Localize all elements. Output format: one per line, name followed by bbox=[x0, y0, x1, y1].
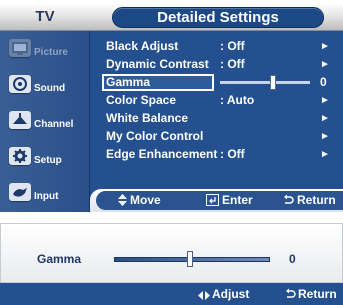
menu-item-value: : Off bbox=[220, 147, 245, 161]
menu-item-value: : Off bbox=[220, 39, 245, 53]
gamma-adjust-popup: Gamma 0 Adjust Return bbox=[0, 223, 343, 305]
settings-menu: Black Adjust : Off ► Dynamic Contrast : … bbox=[90, 31, 343, 189]
menu-item-black-adjust[interactable]: Black Adjust : Off ► bbox=[102, 38, 334, 55]
menu-item-label: My Color Control bbox=[106, 129, 204, 143]
enter-icon bbox=[206, 194, 219, 206]
channel-icon bbox=[9, 111, 31, 129]
menu-item-my-color-control[interactable]: My Color Control ► bbox=[102, 128, 334, 145]
left-right-arrows-icon bbox=[198, 291, 210, 300]
menu-item-edge-enhancement[interactable]: Edge Enhancement : Off ► bbox=[102, 146, 334, 163]
gamma-popup-body: Gamma 0 bbox=[0, 223, 343, 283]
footer-return-label: Return bbox=[297, 193, 336, 207]
menu-item-label: White Balance bbox=[106, 111, 189, 125]
gamma-mini-slider[interactable] bbox=[220, 81, 310, 84]
return-icon bbox=[286, 288, 296, 298]
footer-enter-label: Enter bbox=[222, 193, 253, 207]
sidebar-item-sound[interactable]: Sound bbox=[4, 69, 86, 101]
detailed-settings-osd: TV Detailed Settings Picture Sound Chann… bbox=[0, 3, 343, 212]
sidebar-item-setup[interactable]: Setup bbox=[4, 141, 86, 173]
sidebar-item-label: Setup bbox=[34, 155, 62, 166]
sidebar-item-label: Picture bbox=[34, 47, 68, 58]
move-arrows-icon bbox=[118, 194, 127, 206]
sidebar-item-channel[interactable]: Channel bbox=[4, 105, 86, 137]
menu-item-label: Gamma bbox=[106, 75, 151, 89]
footer-adjust-label: Adjust bbox=[212, 287, 250, 301]
sidebar-item-label: Channel bbox=[34, 119, 74, 130]
arrow-right-icon: ► bbox=[320, 149, 330, 160]
category-title: TV bbox=[35, 8, 55, 25]
sidebar-item-input[interactable]: Input bbox=[4, 177, 86, 209]
navigation-footer: Move Enter Return bbox=[90, 189, 343, 212]
menu-item-gamma[interactable]: Gamma 0 bbox=[102, 74, 334, 91]
footer-return: Return bbox=[283, 191, 336, 210]
menu-item-value: 0 bbox=[320, 75, 327, 89]
footer-adjust: Adjust bbox=[198, 283, 249, 305]
gamma-slider-knob[interactable] bbox=[187, 251, 193, 267]
input-icon bbox=[9, 183, 31, 201]
arrow-right-icon: ► bbox=[320, 113, 330, 124]
arrow-right-icon: ► bbox=[320, 59, 330, 70]
footer-move-label: Move bbox=[130, 193, 161, 207]
navigation-footer-bar: Move Enter Return bbox=[96, 191, 343, 210]
menu-item-value: : Auto bbox=[220, 93, 255, 107]
footer-enter: Enter bbox=[206, 191, 253, 210]
gamma-popup-footer: Adjust Return bbox=[0, 283, 343, 305]
menu-item-label: Black Adjust bbox=[106, 39, 179, 53]
footer-move: Move bbox=[118, 191, 161, 210]
menu-item-label: Color Space bbox=[106, 93, 177, 107]
gamma-value: 0 bbox=[289, 252, 296, 266]
menu-item-label: Edge Enhancement bbox=[106, 147, 218, 161]
menu-item-value: : Off bbox=[220, 57, 245, 71]
category-sidebar: Picture Sound Channel Setup Input bbox=[0, 31, 90, 212]
menu-item-label: Dynamic Contrast bbox=[106, 57, 209, 71]
arrow-right-icon: ► bbox=[320, 41, 330, 52]
arrow-right-icon: ► bbox=[320, 95, 330, 106]
sidebar-item-picture[interactable]: Picture bbox=[4, 33, 86, 65]
menu-item-dynamic-contrast[interactable]: Dynamic Contrast : Off ► bbox=[102, 56, 334, 73]
gamma-mini-slider-knob[interactable] bbox=[270, 75, 276, 90]
sidebar-item-label: Input bbox=[34, 191, 59, 202]
sound-icon bbox=[9, 75, 31, 93]
menu-item-color-space[interactable]: Color Space : Auto ► bbox=[102, 92, 334, 109]
menu-title: Detailed Settings bbox=[112, 7, 324, 28]
gamma-label: Gamma bbox=[37, 252, 82, 266]
osd-header: TV Detailed Settings bbox=[0, 3, 343, 31]
footer-return: Return bbox=[285, 283, 337, 305]
return-icon bbox=[284, 194, 294, 204]
menu-item-white-balance[interactable]: White Balance ► bbox=[102, 110, 334, 127]
setup-icon bbox=[9, 147, 31, 165]
footer-return-label: Return bbox=[298, 287, 337, 301]
arrow-right-icon: ► bbox=[320, 131, 330, 142]
sidebar-item-label: Sound bbox=[34, 83, 66, 94]
picture-icon bbox=[9, 39, 31, 57]
